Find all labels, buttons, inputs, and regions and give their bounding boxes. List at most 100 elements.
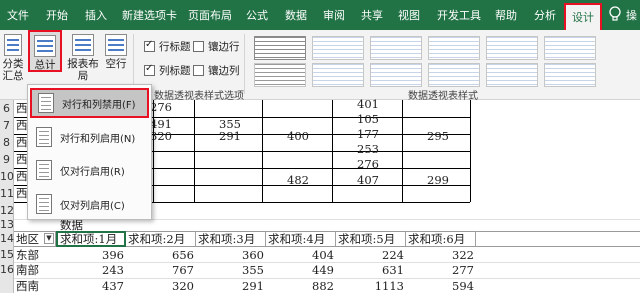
style-swatch[interactable] xyxy=(544,36,596,60)
row-header[interactable]: 15 xyxy=(0,247,14,262)
table-cell[interactable]: 407 xyxy=(357,172,379,188)
pivot-value-cell[interactable]: 224 xyxy=(336,247,406,263)
pivot-column-header[interactable]: 求和项:1月 xyxy=(56,231,126,247)
row-header[interactable]: 13 xyxy=(0,219,14,231)
menu-item-on-rows-only[interactable]: 仅对行启用(R) xyxy=(30,155,149,185)
table-cell[interactable]: 320 xyxy=(150,128,172,144)
filter-dropdown-icon[interactable]: ▼ xyxy=(44,233,54,244)
menu-item-off-rows-cols[interactable]: 对行和列禁用(F) xyxy=(30,88,149,118)
row-header[interactable]: 6 xyxy=(0,100,14,117)
tab-share[interactable]: 共享 xyxy=(361,7,383,23)
table-cell[interactable]: 400 xyxy=(287,128,309,144)
banded-columns-checkbox[interactable]: 镶边列 xyxy=(193,63,240,78)
pivot-value-cell[interactable]: 631 xyxy=(336,262,406,278)
pivot-row-label[interactable]: 东部 xyxy=(16,247,39,263)
row-header[interactable]: 16 xyxy=(0,262,14,278)
pivot-column-header[interactable]: 求和项:6月 xyxy=(406,231,476,247)
tab-insert[interactable]: 插入 xyxy=(85,7,107,23)
style-swatch[interactable] xyxy=(254,63,306,87)
pivot-value-cell[interactable]: 322 xyxy=(406,247,476,263)
style-swatch[interactable] xyxy=(370,36,422,60)
row-header[interactable]: 9 xyxy=(0,151,14,168)
pivot-column-header[interactable]: 求和项:3月 xyxy=(196,231,266,247)
row-header[interactable]: 11 xyxy=(0,185,14,202)
pivot-value-cell[interactable]: 291 xyxy=(196,278,266,294)
table-cell[interactable]: 西 xyxy=(16,185,28,201)
pivot-value-cell[interactable]: 355 xyxy=(196,262,266,278)
style-swatch[interactable] xyxy=(544,63,596,87)
pivot-value-cell[interactable]: 243 xyxy=(56,262,126,278)
pivot-column-header[interactable]: 求和项:5月 xyxy=(336,231,406,247)
table-cell[interactable]: 105 xyxy=(357,111,379,127)
pivot-value-cell[interactable]: 882 xyxy=(266,278,336,294)
pivot-value-cell[interactable]: 767 xyxy=(126,262,196,278)
style-swatch[interactable] xyxy=(428,36,480,60)
pivot-value-cell[interactable]: 437 xyxy=(56,278,126,294)
tab-home[interactable]: 开始 xyxy=(46,7,68,23)
table-cell[interactable]: 西 xyxy=(16,134,28,150)
pivot-value-cell[interactable]: 396 xyxy=(56,247,126,263)
column-headers-checkbox[interactable]: 列标题 xyxy=(144,63,191,78)
pivot-value-cell[interactable]: 360 xyxy=(196,247,266,263)
pivot-value-cell[interactable]: 404 xyxy=(266,247,336,263)
tab-formulas[interactable]: 公式 xyxy=(246,7,268,23)
subtotals-button[interactable]: 分类汇总 xyxy=(0,34,26,82)
tab-page-layout[interactable]: 页面布局 xyxy=(188,7,232,23)
grand-totals-button[interactable]: 总计 xyxy=(28,30,62,72)
row-header[interactable]: 14 xyxy=(0,231,14,247)
table-cell[interactable]: 295 xyxy=(427,128,449,144)
style-swatch[interactable] xyxy=(486,63,538,87)
tell-me-label[interactable]: 操 xyxy=(626,7,637,23)
table-cell[interactable]: 253 xyxy=(357,141,379,157)
pivot-value-cell[interactable]: 277 xyxy=(406,262,476,278)
table-cell[interactable]: 西 xyxy=(16,151,28,167)
checkbox-checked[interactable] xyxy=(144,39,155,52)
row-headers-checkbox[interactable]: 行标题 xyxy=(144,39,191,54)
tab-review[interactable]: 审阅 xyxy=(323,7,345,23)
table-cell[interactable]: 291 xyxy=(219,128,241,144)
row-header[interactable] xyxy=(0,278,14,293)
row-header[interactable]: 12 xyxy=(0,202,14,219)
pivot-value-cell[interactable]: 1113 xyxy=(336,278,406,294)
table-cell[interactable]: 西 xyxy=(16,100,28,116)
checkbox-unchecked[interactable] xyxy=(193,65,204,76)
lightbulb-icon[interactable] xyxy=(608,6,622,22)
pivot-value-cell[interactable]: 594 xyxy=(406,278,476,294)
checkbox-checked[interactable] xyxy=(144,63,155,76)
table-cell[interactable]: 276 xyxy=(357,156,379,172)
tab-developer[interactable]: 开发工具 xyxy=(437,7,481,23)
table-cell[interactable]: 177 xyxy=(357,126,379,142)
tab-new[interactable]: 新建选项卡 xyxy=(122,7,177,23)
table-cell[interactable]: 482 xyxy=(287,172,309,188)
tab-file[interactable]: 文件 xyxy=(7,7,29,23)
pivot-row-label[interactable]: 西南 xyxy=(16,278,39,294)
style-swatch[interactable] xyxy=(312,36,364,60)
row-header[interactable]: 10 xyxy=(0,168,14,185)
table-cell[interactable]: 西 xyxy=(16,168,28,184)
checkbox-unchecked[interactable] xyxy=(193,41,204,52)
row-header[interactable]: 7 xyxy=(0,117,14,134)
table-cell[interactable]: 401 xyxy=(357,96,379,112)
banded-rows-checkbox[interactable]: 镶边行 xyxy=(193,39,240,54)
pivot-value-cell[interactable]: 320 xyxy=(126,278,196,294)
table-cell[interactable]: 西 xyxy=(16,117,28,133)
menu-item-on-rows-cols[interactable]: 对行和列启用(N) xyxy=(30,122,149,152)
style-swatch[interactable] xyxy=(312,63,364,87)
pivot-row-label[interactable]: 南部 xyxy=(16,262,39,278)
tab-help[interactable]: 帮助 xyxy=(495,7,517,23)
tab-data[interactable]: 数据 xyxy=(285,7,307,23)
style-swatch[interactable] xyxy=(428,63,480,87)
menu-item-on-cols-only[interactable]: 仅对列启用(C) xyxy=(30,189,149,219)
tab-design[interactable]: 设计 xyxy=(564,3,602,30)
pivot-column-header[interactable]: 求和项:2月 xyxy=(126,231,196,247)
tab-analyze[interactable]: 分析 xyxy=(534,7,556,23)
style-swatch[interactable] xyxy=(370,63,422,87)
pivot-value-cell[interactable]: 656 xyxy=(126,247,196,263)
style-swatch[interactable] xyxy=(486,36,538,60)
tab-view[interactable]: 视图 xyxy=(398,7,420,23)
pivot-column-header[interactable]: 求和项:4月 xyxy=(266,231,336,247)
table-cell[interactable]: 299 xyxy=(427,172,449,188)
style-swatch[interactable] xyxy=(254,36,306,60)
blank-rows-button[interactable]: 空行 xyxy=(102,34,130,70)
pivot-value-cell[interactable]: 449 xyxy=(266,262,336,278)
